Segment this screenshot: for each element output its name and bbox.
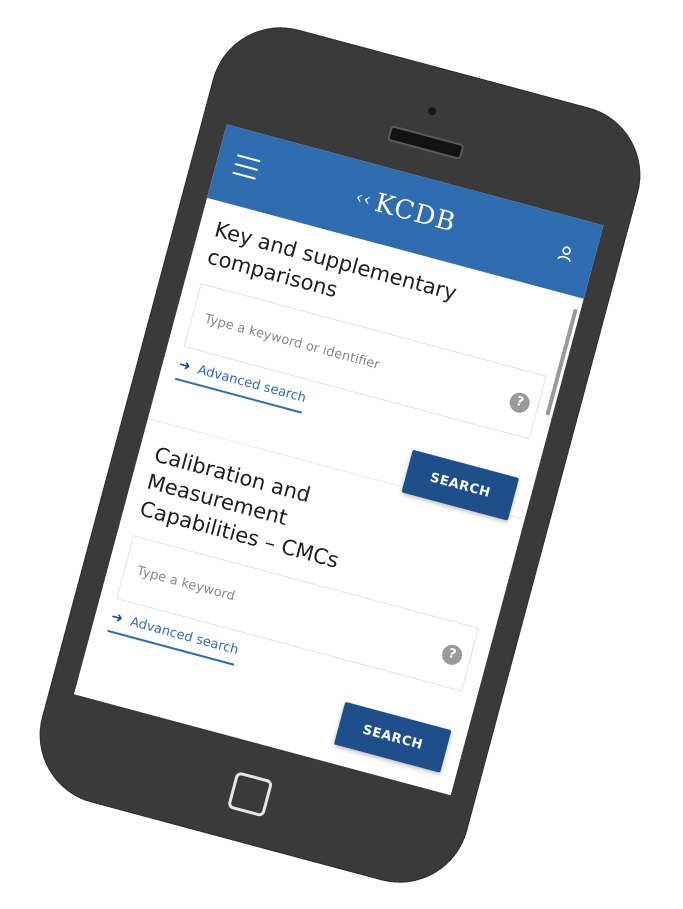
arrow-right-icon: ➜ — [176, 356, 193, 376]
search-button[interactable]: SEARCH — [333, 701, 452, 773]
arrow-right-icon: ➜ — [109, 608, 125, 628]
help-icon[interactable]: ? — [439, 642, 465, 668]
phone-screen: ‹‹KCDB Key and supplementary comparisons… — [73, 124, 604, 796]
home-button[interactable] — [226, 771, 274, 818]
earpiece-speaker — [387, 124, 465, 161]
main-content: Key and supplementary comparisons ? ➜ Ad… — [80, 197, 584, 773]
logo-text: KCDB — [371, 188, 460, 239]
front-camera — [427, 106, 438, 117]
help-icon[interactable]: ? — [507, 390, 532, 415]
phone-frame: ‹‹KCDB Key and supplementary comparisons… — [23, 11, 657, 899]
logo-mark-icon: ‹‹ — [353, 186, 375, 212]
